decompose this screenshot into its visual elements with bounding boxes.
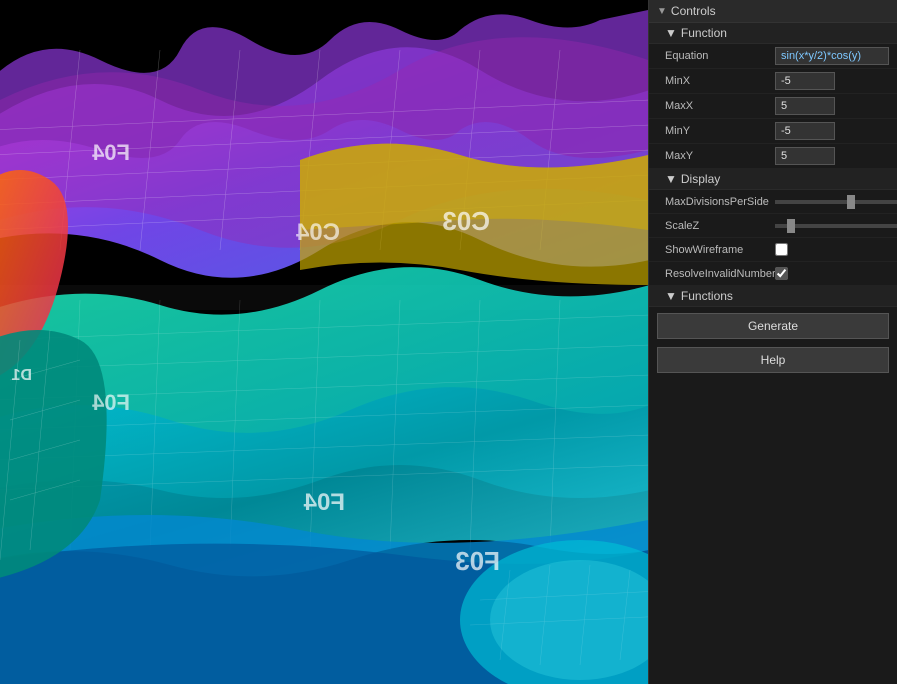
show-wireframe-label: ShowWireframe	[665, 244, 775, 256]
svg-text:C04: C04	[295, 219, 340, 246]
svg-text:F04: F04	[91, 140, 130, 165]
show-wireframe-container	[775, 243, 889, 256]
function-section-label: Function	[681, 26, 727, 40]
scale-z-container: 1	[775, 219, 897, 233]
minx-row: MinX	[649, 69, 897, 94]
show-wireframe-checkbox[interactable]	[775, 243, 788, 256]
controls-label: Controls	[671, 4, 716, 18]
maxy-label: MaxY	[665, 150, 775, 162]
functions-section-label: Functions	[681, 289, 733, 303]
functions-section-header[interactable]: ▼ Functions	[649, 286, 897, 307]
scale-z-label: ScaleZ	[665, 220, 775, 232]
display-collapse-icon: ▼	[665, 172, 677, 186]
functions-collapse-icon: ▼	[665, 289, 677, 303]
minx-value-container	[775, 72, 889, 90]
maxx-row: MaxX	[649, 94, 897, 119]
generate-button[interactable]: Generate	[657, 313, 889, 339]
max-divisions-slider[interactable]	[775, 200, 897, 204]
miny-label: MinY	[665, 125, 775, 137]
maxx-label: MaxX	[665, 100, 775, 112]
svg-text:F03: F03	[455, 546, 500, 576]
svg-text:C03: C03	[442, 206, 490, 236]
max-divisions-container: 120	[775, 195, 897, 209]
maxx-input[interactable]	[775, 97, 835, 115]
maxx-value-container	[775, 97, 889, 115]
resolve-invalid-row: ResolveInvalidNumbers	[649, 262, 897, 286]
resolve-invalid-container	[775, 267, 889, 280]
resolve-invalid-checkbox[interactable]	[775, 267, 788, 280]
function-collapse-icon: ▼	[665, 26, 677, 40]
canvas-area[interactable]: F04 C04 C03 F04 F04 F03 F03 G0 D1	[0, 0, 648, 684]
function-section-header[interactable]: ▼ Function	[649, 23, 897, 44]
resolve-invalid-checkbox-container	[775, 267, 788, 280]
controls-collapse-icon: ▼	[657, 6, 667, 17]
miny-value-container	[775, 122, 889, 140]
minx-label: MinX	[665, 75, 775, 87]
max-divisions-row: MaxDivisionsPerSide 120	[649, 190, 897, 214]
svg-text:D1: D1	[11, 367, 32, 384]
control-panel: ▼ Controls ▼ Function Equation MinX MaxX…	[648, 0, 897, 684]
3d-visualization: F04 C04 C03 F04 F04 F03 F03 G0 D1	[0, 0, 648, 684]
svg-text:F04: F04	[303, 489, 345, 516]
equation-value-container	[775, 47, 889, 65]
controls-header[interactable]: ▼ Controls	[649, 0, 897, 23]
miny-row: MinY	[649, 119, 897, 144]
equation-row: Equation	[649, 44, 897, 69]
max-divisions-label: MaxDivisionsPerSide	[665, 196, 775, 208]
miny-input[interactable]	[775, 122, 835, 140]
scale-z-row: ScaleZ 1	[649, 214, 897, 238]
show-wireframe-row: ShowWireframe	[649, 238, 897, 262]
equation-input[interactable]	[775, 47, 889, 65]
display-section-header[interactable]: ▼ Display	[649, 169, 897, 190]
maxy-value-container	[775, 147, 889, 165]
show-wireframe-checkbox-container	[775, 243, 788, 256]
resolve-invalid-label: ResolveInvalidNumbers	[665, 268, 775, 280]
scale-z-slider[interactable]	[775, 224, 897, 228]
equation-label: Equation	[665, 50, 775, 62]
display-section-label: Display	[681, 172, 720, 186]
svg-text:F04: F04	[91, 390, 130, 415]
minx-input[interactable]	[775, 72, 835, 90]
maxy-input[interactable]	[775, 147, 835, 165]
maxy-row: MaxY	[649, 144, 897, 169]
help-button[interactable]: Help	[657, 347, 889, 373]
